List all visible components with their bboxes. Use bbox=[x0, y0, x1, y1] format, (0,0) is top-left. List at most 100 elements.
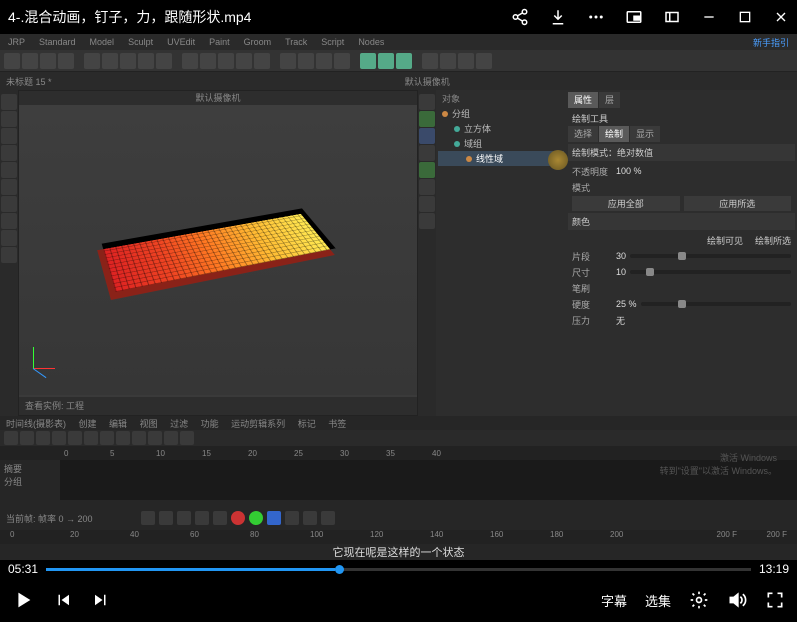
close-icon[interactable] bbox=[773, 9, 789, 25]
progress-bar[interactable] bbox=[46, 568, 751, 571]
vtool-icon[interactable] bbox=[1, 213, 17, 229]
compact-icon[interactable] bbox=[663, 8, 681, 26]
tool-icon[interactable] bbox=[58, 53, 74, 69]
track-name[interactable]: 摘要 bbox=[4, 462, 56, 475]
tl-menu-item[interactable]: 视图 bbox=[140, 419, 158, 429]
tool-icon[interactable] bbox=[378, 53, 394, 69]
tool-icon[interactable] bbox=[40, 53, 56, 69]
hierarchy-item[interactable]: 立方体 bbox=[438, 121, 564, 136]
tl-tool-icon[interactable] bbox=[4, 431, 18, 445]
prop-tab[interactable]: 选择 bbox=[568, 126, 598, 142]
tool-icon[interactable] bbox=[218, 53, 234, 69]
menu-item[interactable]: Groom bbox=[244, 37, 272, 47]
tool-icon[interactable] bbox=[236, 53, 252, 69]
apply-all-button[interactable]: 应用全部 bbox=[572, 196, 680, 211]
slider[interactable] bbox=[630, 254, 791, 258]
doc-tab[interactable]: 未标题 15 * bbox=[6, 75, 52, 88]
vtool-icon[interactable] bbox=[419, 111, 435, 127]
tool-icon[interactable] bbox=[138, 53, 154, 69]
more-icon[interactable] bbox=[587, 8, 605, 26]
tl-tool-icon[interactable] bbox=[132, 431, 146, 445]
tool-icon[interactable] bbox=[4, 53, 20, 69]
pb-prev-icon[interactable] bbox=[159, 511, 173, 525]
vtool-icon[interactable] bbox=[1, 162, 17, 178]
tool-icon[interactable] bbox=[280, 53, 296, 69]
menu-item[interactable]: UVEdit bbox=[167, 37, 195, 47]
tool-icon[interactable] bbox=[360, 53, 376, 69]
next-button[interactable] bbox=[92, 591, 110, 609]
prop-value[interactable]: 25 % bbox=[616, 299, 637, 309]
vtool-icon[interactable] bbox=[1, 196, 17, 212]
menu-item[interactable]: Script bbox=[321, 37, 344, 47]
vtool-icon[interactable] bbox=[1, 230, 17, 246]
vtool-icon[interactable] bbox=[1, 145, 17, 161]
menu-guide[interactable]: 新手指引 bbox=[753, 36, 789, 49]
tool-icon[interactable] bbox=[422, 53, 438, 69]
pb-last-icon[interactable] bbox=[213, 511, 227, 525]
tool-icon[interactable] bbox=[254, 53, 270, 69]
tl-menu-item[interactable]: 创建 bbox=[79, 419, 97, 429]
pb-icon[interactable] bbox=[285, 511, 299, 525]
vtool-icon[interactable] bbox=[419, 94, 435, 110]
pb-next-icon[interactable] bbox=[195, 511, 209, 525]
progress-thumb[interactable] bbox=[335, 565, 344, 574]
menu-item[interactable]: Sculpt bbox=[128, 37, 153, 47]
tool-icon[interactable] bbox=[440, 53, 456, 69]
tl-menu-item[interactable]: 运动剪辑系列 bbox=[231, 419, 285, 429]
vtool-icon[interactable] bbox=[1, 128, 17, 144]
tl-menu-item[interactable]: 过滤 bbox=[170, 419, 188, 429]
download-icon[interactable] bbox=[549, 8, 567, 26]
prop-tab[interactable]: 属性 bbox=[568, 92, 598, 108]
tool-icon[interactable] bbox=[120, 53, 136, 69]
menu-item[interactable]: Track bbox=[285, 37, 307, 47]
vtool-icon[interactable] bbox=[1, 94, 17, 110]
tool-icon[interactable] bbox=[22, 53, 38, 69]
pb-first-icon[interactable] bbox=[141, 511, 155, 525]
vtool-icon[interactable] bbox=[1, 111, 17, 127]
tl-tool-icon[interactable] bbox=[84, 431, 98, 445]
pb-icon[interactable] bbox=[303, 511, 317, 525]
viewport-canvas[interactable] bbox=[19, 105, 417, 395]
share-icon[interactable] bbox=[511, 8, 529, 26]
tl-tool-icon[interactable] bbox=[164, 431, 178, 445]
pb-record-icon[interactable] bbox=[231, 511, 245, 525]
prop-tab[interactable]: 绘制 bbox=[599, 126, 629, 142]
volume-icon[interactable] bbox=[727, 590, 747, 610]
settings-icon[interactable] bbox=[689, 590, 709, 610]
tool-icon[interactable] bbox=[334, 53, 350, 69]
fullscreen-icon[interactable] bbox=[765, 590, 785, 610]
vtool-icon[interactable] bbox=[1, 179, 17, 195]
tl-tool-icon[interactable] bbox=[148, 431, 162, 445]
tl-tool-icon[interactable] bbox=[68, 431, 82, 445]
end-frame[interactable]: 200 F bbox=[767, 530, 787, 539]
tl-tool-icon[interactable] bbox=[20, 431, 34, 445]
tool-icon[interactable] bbox=[182, 53, 198, 69]
apply-sel-button[interactable]: 应用所选 bbox=[684, 196, 792, 211]
vtool-icon[interactable] bbox=[1, 247, 17, 263]
hierarchy-item[interactable]: 域组 bbox=[438, 136, 564, 151]
tool-icon[interactable] bbox=[396, 53, 412, 69]
viewport-3d[interactable]: 默认摄像机 查看实例: 工程 bbox=[18, 90, 418, 416]
prop-tab[interactable]: 显示 bbox=[630, 126, 660, 142]
frame-ruler[interactable]: 0 20 40 60 80 100 120 140 160 180 200 20… bbox=[0, 530, 797, 544]
tool-icon[interactable] bbox=[458, 53, 474, 69]
minimize-icon[interactable] bbox=[701, 9, 717, 25]
vtool-icon[interactable] bbox=[419, 128, 435, 144]
checkbox-label[interactable]: 绘制所选 bbox=[755, 234, 791, 247]
prop-value[interactable]: 10 bbox=[616, 267, 626, 277]
tl-menu-item[interactable]: 书签 bbox=[328, 419, 346, 429]
tl-tool-icon[interactable] bbox=[180, 431, 194, 445]
tool-icon[interactable] bbox=[84, 53, 100, 69]
subtitle-button[interactable]: 字幕 bbox=[601, 591, 627, 610]
vtool-icon[interactable] bbox=[419, 179, 435, 195]
menu-item[interactable]: Model bbox=[90, 37, 115, 47]
prop-tab[interactable]: 层 bbox=[599, 92, 620, 108]
tool-icon[interactable] bbox=[200, 53, 216, 69]
prop-value[interactable]: 无 bbox=[616, 314, 625, 327]
tl-tool-icon[interactable] bbox=[100, 431, 114, 445]
tl-menu-item[interactable]: 功能 bbox=[201, 419, 219, 429]
end-frame[interactable]: 200 F bbox=[717, 530, 737, 539]
prop-value[interactable]: 30 bbox=[616, 251, 626, 261]
tl-tool-icon[interactable] bbox=[36, 431, 50, 445]
slider[interactable] bbox=[641, 302, 791, 306]
